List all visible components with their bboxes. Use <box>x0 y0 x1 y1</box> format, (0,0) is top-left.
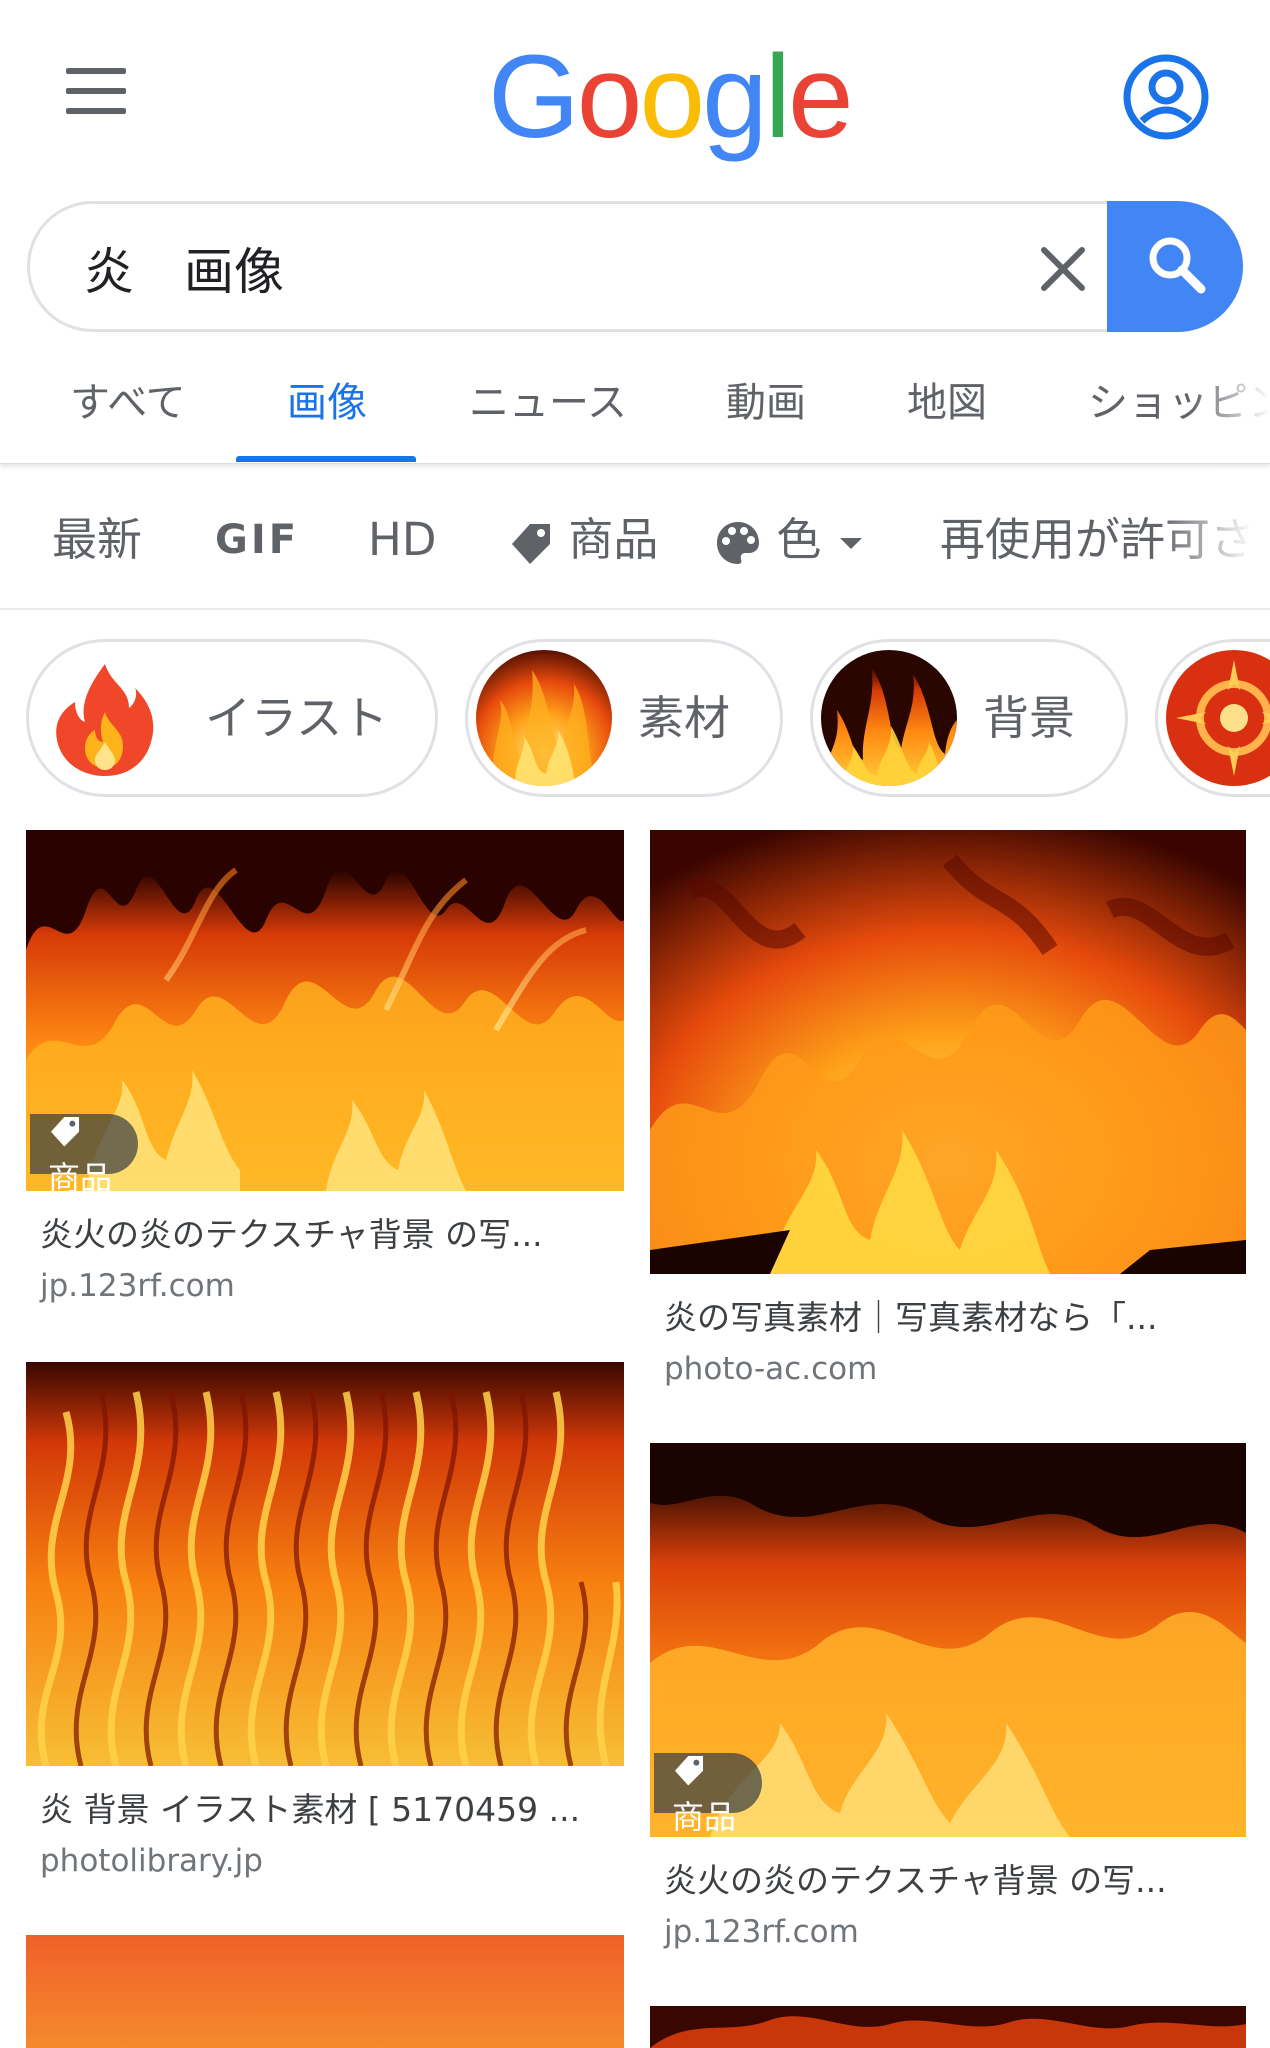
logo-letter: o <box>639 31 705 163</box>
filter-color[interactable]: 色 <box>714 510 866 570</box>
filter-products[interactable]: 商品 <box>508 510 658 570</box>
result-image[interactable] <box>650 830 1246 1274</box>
logo-letter: l <box>764 31 791 163</box>
result-card[interactable]: 炎の写真素材｜写真素材なら「... photo-ac.com <box>650 830 1246 1390</box>
active-tab-indicator <box>236 456 416 462</box>
clear-icon <box>1041 247 1085 291</box>
result-card[interactable]: 商品 炎火の炎のテクスチャ背景 の写... jp.123rf.com <box>26 830 624 1307</box>
chip-thumbnail <box>821 650 957 786</box>
result-title[interactable]: 炎の写真素材｜写真素材なら「... <box>650 1296 1246 1340</box>
search-tabs: すべて 画像 ニュース 動画 地図 ショッピング <box>0 352 1270 464</box>
chip-thumbnail-image <box>1166 650 1270 786</box>
tab-maps[interactable]: 地図 <box>907 372 987 434</box>
account-button[interactable] <box>1122 53 1210 141</box>
chip-background[interactable]: 背景 <box>810 639 1128 797</box>
search-box <box>27 201 1243 332</box>
filter-products-label: 商品 <box>568 513 659 566</box>
logo-letter: e <box>787 31 854 163</box>
fire-image <box>650 2006 1246 2048</box>
filter-latest[interactable]: 最新 <box>52 510 142 570</box>
search-icon <box>1149 237 1206 294</box>
result-image[interactable]: 商品 <box>26 830 624 1191</box>
tab-images[interactable]: 画像 <box>287 372 367 434</box>
filter-hd[interactable]: HD <box>368 510 437 570</box>
fire-image <box>26 1362 624 1766</box>
fire-image <box>26 1935 624 2048</box>
chip-thumbnail-image <box>476 650 612 786</box>
chip-thumbnail-image <box>821 650 957 786</box>
product-badge: 商品 <box>30 1114 139 1191</box>
flame-icon <box>56 664 154 776</box>
related-chips: イラスト 素材 背景 <box>0 636 1270 800</box>
chip-illust-label: イラスト <box>205 691 389 745</box>
chip-partial[interactable] <box>1155 639 1270 797</box>
result-title[interactable]: 炎火の炎のテクスチャ背景 の写... <box>26 1213 624 1257</box>
menu-icon-bar <box>66 108 126 114</box>
dropdown-arrow-icon <box>839 538 862 549</box>
google-logo: Google <box>488 38 854 156</box>
result-title[interactable]: 炎 背景 イラスト素材 [ 5170459 ... <box>26 1788 624 1832</box>
search-input[interactable] <box>84 224 984 312</box>
chip-material[interactable]: 素材 <box>465 639 783 797</box>
product-badge: 商品 <box>654 1753 763 1836</box>
logo-letter: g <box>702 31 768 163</box>
account-icon <box>1123 54 1209 140</box>
result-title[interactable]: 炎火の炎のテクスチャ背景 の写... <box>650 1859 1246 1903</box>
menu-button[interactable] <box>66 68 126 114</box>
fire-image <box>650 830 1246 1274</box>
tag-icon <box>50 1116 80 1147</box>
logo-letter: G <box>488 31 580 163</box>
menu-icon-bar <box>66 88 126 94</box>
chip-thumbnail <box>37 650 173 786</box>
result-image[interactable] <box>26 1935 624 2048</box>
filter-gif[interactable]: GIF <box>215 510 299 570</box>
search-button[interactable] <box>1107 201 1243 332</box>
result-source: jp.123rf.com <box>664 1914 859 1950</box>
filters-fade <box>1160 470 1270 608</box>
filter-color-label: 色 <box>776 513 822 566</box>
tag-icon <box>674 1755 704 1786</box>
chip-material-label: 素材 <box>638 691 730 745</box>
filter-bar: 最新 GIF HD 商品 色 再使用が許可されたもの <box>0 470 1270 610</box>
result-source: photolibrary.jp <box>40 1843 263 1879</box>
tag-icon <box>512 524 550 564</box>
palette-icon <box>717 522 759 564</box>
chip-thumbnail <box>1166 650 1270 786</box>
chip-background-label: 背景 <box>983 691 1075 745</box>
tab-news[interactable]: ニュース <box>469 372 627 434</box>
chip-illust[interactable]: イラスト <box>26 639 438 797</box>
tabs-fade <box>1190 352 1270 463</box>
product-badge-label: 商品 <box>672 1798 737 1836</box>
result-card[interactable] <box>26 1935 624 2048</box>
chip-thumbnail <box>476 650 612 786</box>
result-source: photo-ac.com <box>664 1351 878 1387</box>
tab-all[interactable]: すべて <box>70 372 186 434</box>
menu-icon-bar <box>66 68 126 74</box>
result-card[interactable]: 炎 背景 イラスト素材 [ 5170459 ... photolibrary.j… <box>26 1362 624 1882</box>
logo-letter: o <box>576 31 643 163</box>
tab-videos[interactable]: 動画 <box>726 372 806 434</box>
result-source: jp.123rf.com <box>40 1268 235 1304</box>
result-card[interactable]: 商品 炎火の炎のテクスチャ背景 の写... jp.123rf.com <box>650 1443 1246 1953</box>
result-card[interactable] <box>650 2006 1246 2048</box>
result-image[interactable]: 商品 <box>650 1443 1246 1837</box>
result-image[interactable] <box>26 1362 624 1766</box>
result-image[interactable] <box>650 2006 1246 2048</box>
product-badge-label: 商品 <box>48 1159 113 1191</box>
clear-search-button[interactable] <box>1030 236 1096 302</box>
